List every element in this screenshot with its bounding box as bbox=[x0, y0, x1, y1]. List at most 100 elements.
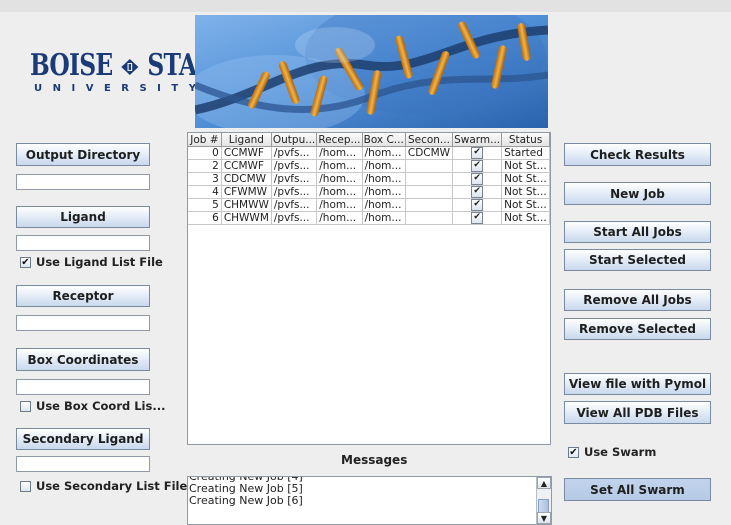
table-cell-job: 5 bbox=[188, 198, 222, 212]
set-all-swarm-button[interactable]: Set All Swarm bbox=[564, 478, 711, 501]
table-cell-ligand: CFWMW bbox=[221, 185, 272, 199]
title-bar-remnant bbox=[0, 0, 731, 12]
messages-scrollbar[interactable]: ▲ ▼ bbox=[536, 477, 551, 524]
table-cell-swarm[interactable]: ✔ bbox=[452, 211, 503, 225]
table-cell-swarm[interactable]: ✔ bbox=[452, 146, 503, 160]
table-cell-job: 3 bbox=[188, 172, 222, 186]
secondary-ligand-field[interactable] bbox=[16, 456, 150, 472]
table-cell-output: /pvfs... bbox=[271, 146, 318, 160]
table-cell-box: /hom... bbox=[362, 159, 406, 173]
table-cell-swarm[interactable]: ✔ bbox=[452, 198, 503, 212]
use-swarm-checkbox[interactable]: ✔ Use Swarm bbox=[568, 445, 656, 459]
logo-word-boise: BOISE bbox=[30, 48, 113, 83]
column-header-secondary[interactable]: Secon... bbox=[405, 133, 454, 147]
column-header-ligand[interactable]: Ligand bbox=[221, 133, 272, 147]
boise-state-logo: BOISE STATE UNIVERSITY bbox=[30, 48, 229, 96]
swarm-checkbox[interactable]: ✔ bbox=[471, 160, 484, 172]
table-cell-secondary bbox=[405, 172, 454, 186]
table-cell-secondary bbox=[405, 211, 454, 225]
remove-selected-button[interactable]: Remove Selected bbox=[564, 318, 711, 340]
table-row[interactable]: 3 CDCMW/pvfs.../hom.../hom... ✔ Not St... bbox=[188, 172, 550, 186]
table-cell-receptor: /hom... bbox=[316, 159, 363, 173]
table-cell-secondary bbox=[405, 185, 454, 199]
table-cell-job: 0 bbox=[188, 146, 222, 160]
receptor-button[interactable]: Receptor bbox=[16, 285, 150, 307]
output-directory-button[interactable]: Output Directory bbox=[16, 143, 150, 166]
table-cell-ligand: CHWWM bbox=[221, 211, 272, 225]
swarm-checkbox[interactable]: ✔ bbox=[471, 186, 484, 198]
view-file-pymol-button[interactable]: View file with Pymol bbox=[564, 373, 711, 395]
table-cell-swarm[interactable]: ✔ bbox=[452, 172, 503, 186]
view-all-pdb-button[interactable]: View All PDB Files bbox=[564, 401, 711, 424]
table-cell-box: /hom... bbox=[362, 198, 406, 212]
ligand-button[interactable]: Ligand bbox=[16, 206, 150, 228]
use-ligand-list-checkbox[interactable]: ✔ Use Ligand List File bbox=[20, 255, 163, 269]
check-mark-icon: ✔ bbox=[20, 256, 31, 268]
ligand-field[interactable] bbox=[16, 235, 150, 251]
table-cell-status: Not St... bbox=[501, 172, 550, 186]
new-job-button[interactable]: New Job bbox=[564, 182, 711, 205]
receptor-field[interactable] bbox=[16, 315, 150, 331]
table-row[interactable]: 4 CFWMW/pvfs.../hom.../hom... ✔ Not St... bbox=[188, 185, 550, 199]
table-cell-job: 2 bbox=[188, 159, 222, 173]
use-secondary-list-checkbox[interactable]: Use Secondary List File bbox=[20, 479, 187, 493]
swarm-checkbox[interactable]: ✔ bbox=[471, 173, 484, 185]
table-cell-receptor: /hom... bbox=[316, 172, 363, 186]
table-row[interactable]: 0 CCMWF/pvfs.../hom.../hom... CDCMW ✔ Starte… bbox=[188, 146, 550, 160]
table-cell-swarm[interactable]: ✔ bbox=[452, 185, 503, 199]
table-header-row: Job # Ligand Outpu... Recep... Box C... … bbox=[188, 133, 550, 147]
use-box-coord-list-label: Use Box Coord Lis... bbox=[36, 399, 166, 413]
start-all-jobs-button[interactable]: Start All Jobs bbox=[564, 221, 711, 243]
table-cell-secondary bbox=[405, 159, 454, 173]
use-box-coord-list-checkbox[interactable]: Use Box Coord Lis... bbox=[20, 399, 165, 413]
arrow-down-icon[interactable]: ▼ bbox=[537, 512, 551, 524]
column-header-swarm[interactable]: Swarm... bbox=[452, 133, 503, 147]
table-row[interactable]: 5 CHMWW/pvfs.../hom.../hom... ✔ Not St... bbox=[188, 198, 550, 212]
swarm-checkbox[interactable]: ✔ bbox=[471, 212, 484, 224]
table-cell-secondary: CDCMW bbox=[405, 146, 454, 160]
table-cell-status: Not St... bbox=[501, 211, 550, 225]
table-cell-ligand: CDCMW bbox=[221, 172, 272, 186]
table-cell-receptor: /hom... bbox=[316, 198, 363, 212]
table-cell-receptor: /hom... bbox=[316, 185, 363, 199]
column-header-box[interactable]: Box C... bbox=[362, 133, 406, 147]
column-header-receptor[interactable]: Recep... bbox=[316, 133, 363, 147]
table-cell-box: /hom... bbox=[362, 185, 406, 199]
table-cell-job: 4 bbox=[188, 185, 222, 199]
column-header-job[interactable]: Job # bbox=[188, 133, 222, 147]
table-cell-ligand: CHMWW bbox=[221, 198, 272, 212]
table-cell-output: /pvfs... bbox=[271, 211, 318, 225]
logo-emblem-icon bbox=[121, 59, 139, 75]
table-cell-status: Not St... bbox=[501, 198, 550, 212]
messages-area[interactable]: Creating New Job [4] Creating New Job [5]… bbox=[187, 476, 552, 525]
column-header-output[interactable]: Outpu... bbox=[271, 133, 318, 147]
box-coordinates-field[interactable] bbox=[16, 379, 150, 395]
scrollbar-thumb[interactable] bbox=[538, 499, 549, 513]
table-cell-output: /pvfs... bbox=[271, 185, 318, 199]
table-cell-status: Not St... bbox=[501, 159, 550, 173]
table-row[interactable]: 6 CHWWM/pvfs.../hom.../hom... ✔ Not St... bbox=[188, 211, 550, 225]
table-cell-box: /hom... bbox=[362, 211, 406, 225]
table-row[interactable]: 2 CCMWF/pvfs.../hom.../hom... ✔ Not St... bbox=[188, 159, 550, 173]
swarm-checkbox[interactable]: ✔ bbox=[471, 199, 484, 211]
output-directory-field[interactable] bbox=[16, 174, 150, 190]
check-results-button[interactable]: Check Results bbox=[564, 143, 711, 166]
table-cell-receptor: /hom... bbox=[316, 146, 363, 160]
swarm-checkbox[interactable]: ✔ bbox=[471, 147, 484, 159]
messages-label: Messages bbox=[341, 453, 408, 467]
table-cell-receptor: /hom... bbox=[316, 211, 363, 225]
use-secondary-list-label: Use Secondary List File bbox=[36, 479, 188, 493]
start-selected-button[interactable]: Start Selected bbox=[564, 249, 711, 271]
table-cell-ligand: CCMWF bbox=[221, 146, 272, 160]
table-cell-output: /pvfs... bbox=[271, 172, 318, 186]
column-header-status[interactable]: Status bbox=[501, 133, 550, 147]
logo-word-university: UNIVERSITY bbox=[34, 83, 207, 94]
table-cell-box: /hom... bbox=[362, 172, 406, 186]
jobs-table[interactable]: Job # Ligand Outpu... Recep... Box C... … bbox=[187, 132, 551, 445]
box-coordinates-button[interactable]: Box Coordinates bbox=[16, 348, 150, 371]
message-line: Creating New Job [6] bbox=[189, 494, 303, 507]
arrow-up-icon[interactable]: ▲ bbox=[537, 477, 551, 489]
remove-all-jobs-button[interactable]: Remove All Jobs bbox=[564, 289, 711, 311]
secondary-ligand-button[interactable]: Secondary Ligand bbox=[16, 428, 150, 450]
table-cell-swarm[interactable]: ✔ bbox=[452, 159, 503, 173]
